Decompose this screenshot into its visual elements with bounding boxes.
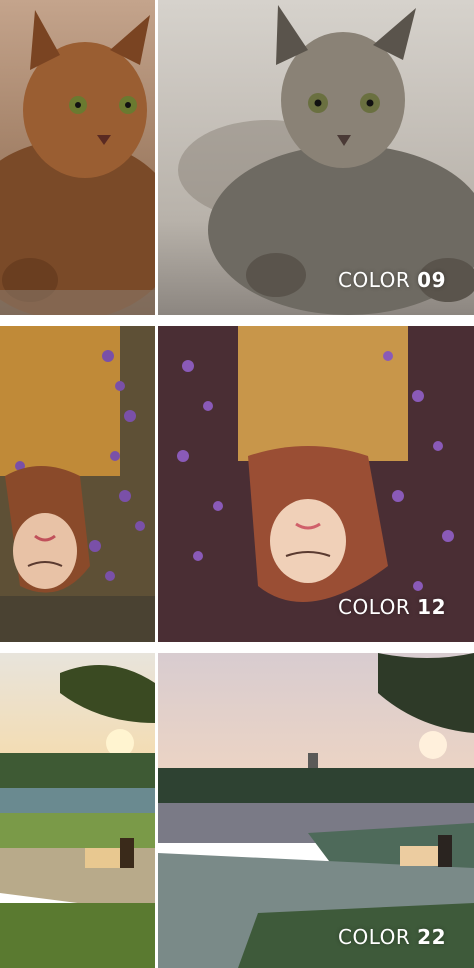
color-09-number: 09 — [417, 268, 446, 292]
cat-before-photo — [0, 0, 155, 315]
color-22-label: COLOR 22 — [338, 925, 446, 949]
color-12-label: COLOR 12 — [338, 595, 446, 619]
color-22-prefix: COLOR — [338, 925, 411, 949]
color-12-prefix: COLOR — [338, 595, 411, 619]
girl-before-photo — [0, 326, 155, 642]
color-09-label: COLOR 09 — [338, 268, 446, 292]
color-09-prefix: COLOR — [338, 268, 411, 292]
color-22-number: 22 — [417, 925, 446, 949]
color-12-number: 12 — [417, 595, 446, 619]
landscape-after-photo — [158, 653, 474, 968]
landscape-before-photo — [0, 653, 155, 968]
